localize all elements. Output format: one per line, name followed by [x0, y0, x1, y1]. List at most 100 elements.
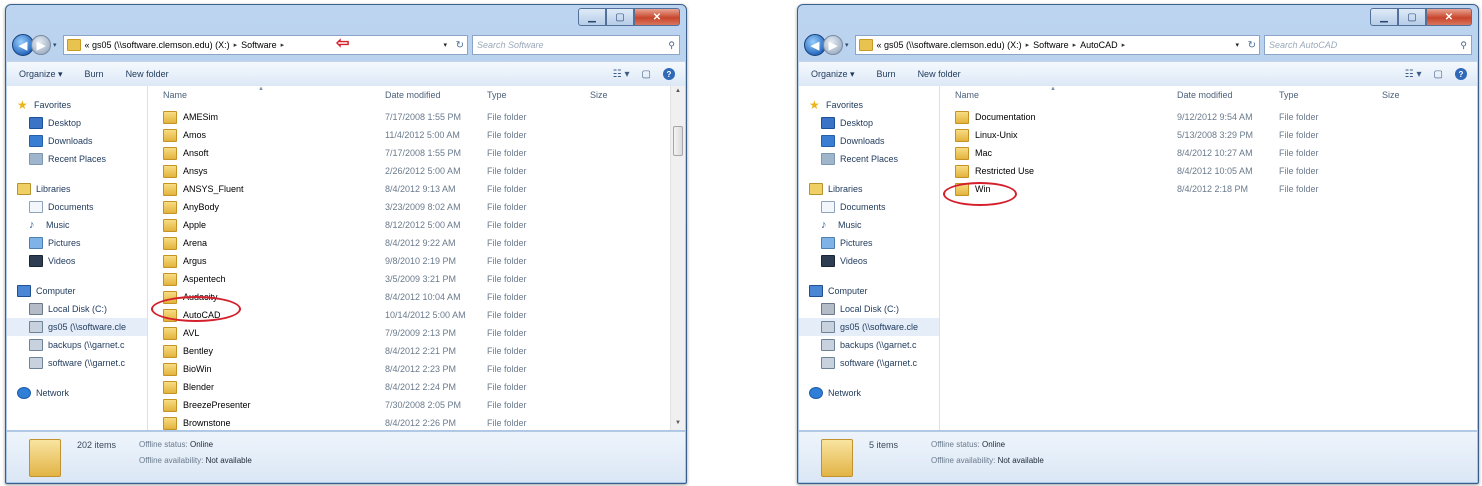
file-row[interactable]: Argus 9/8/2010 2:19 PM File folder	[148, 252, 685, 270]
breadcrumb-separator[interactable]: ▸	[1026, 41, 1030, 49]
column-type[interactable]: Type	[487, 90, 507, 100]
file-name[interactable]: Mac	[955, 146, 992, 160]
file-row[interactable]: Mac 8/4/2012 10:27 AM File folder	[940, 144, 1477, 162]
help-icon[interactable]: ?	[663, 68, 675, 80]
file-row[interactable]: Ansoft 7/17/2008 1:55 PM File folder	[148, 144, 685, 162]
file-row[interactable]: Apple 8/12/2012 5:00 AM File folder	[148, 216, 685, 234]
nav-music[interactable]: ♪ Music	[7, 216, 147, 234]
nav-libraries[interactable]: Libraries	[799, 180, 939, 198]
breadcrumb-separator[interactable]: ▸	[1122, 41, 1126, 49]
minimize-button[interactable]: ▁	[578, 8, 606, 26]
change-view-icon[interactable]: ☷ ▾	[613, 69, 630, 80]
file-row[interactable]: BreezePresenter 7/30/2008 2:05 PM File fol…	[148, 396, 685, 414]
file-row[interactable]: Documentation 9/12/2012 9:54 AM File folde…	[940, 108, 1477, 126]
breadcrumb-separator[interactable]: ▸	[234, 41, 238, 49]
file-name[interactable]: Documentation	[955, 110, 1036, 124]
refresh-icon[interactable]: ↻	[1248, 40, 1256, 51]
file-row[interactable]: Bentley 8/4/2012 2:21 PM File folder	[148, 342, 685, 360]
file-name[interactable]: ANSYS_Fluent	[163, 182, 244, 196]
nav-downloads[interactable]: Downloads	[7, 132, 147, 150]
burn-button[interactable]: Burn	[85, 69, 104, 79]
file-name[interactable]: Bentley	[163, 344, 213, 358]
search-icon[interactable]: ⚲	[668, 40, 675, 51]
nav-gs05-drive[interactable]: gs05 (\\software.cle	[7, 318, 147, 336]
file-name[interactable]: Restricted Use	[955, 164, 1034, 178]
file-row[interactable]: AnyBody 3/23/2009 8:02 AM File folder	[148, 198, 685, 216]
recent-pages-dropdown[interactable]: ▾	[53, 41, 57, 49]
scroll-up-icon[interactable]: ▲	[675, 88, 681, 94]
scroll-down-icon[interactable]: ▼	[675, 420, 681, 426]
column-date-modified[interactable]: Date modified	[1177, 90, 1233, 100]
organize-button[interactable]: Organize ▾	[19, 69, 63, 80]
forward-button[interactable]: ▶	[823, 35, 843, 55]
address-bar[interactable]: « gs05 (\\software.clemson.edu) (X:) ▸ S…	[854, 35, 1260, 55]
file-row[interactable]: Brownstone 8/4/2012 2:26 PM File folder	[148, 414, 685, 432]
forward-button[interactable]: ▶	[31, 35, 51, 55]
nav-network[interactable]: Network	[7, 384, 147, 402]
breadcrumb-software[interactable]: Software	[1033, 40, 1069, 50]
nav-downloads[interactable]: Downloads	[799, 132, 939, 150]
nav-favorites[interactable]: ★ Favorites	[7, 96, 147, 114]
refresh-icon[interactable]: ↻	[456, 40, 464, 51]
close-button[interactable]: ✕	[634, 8, 680, 26]
file-row[interactable]: AMESim 7/17/2008 1:55 PM File folder	[148, 108, 685, 126]
file-row[interactable]: Win 8/4/2012 2:18 PM File folder	[940, 180, 1477, 198]
breadcrumb-separator[interactable]: ▸	[281, 41, 285, 49]
nav-computer[interactable]: Computer	[799, 282, 939, 300]
nav-videos[interactable]: Videos	[799, 252, 939, 270]
nav-libraries[interactable]: Libraries	[7, 180, 147, 198]
nav-documents[interactable]: Documents	[7, 198, 147, 216]
column-type[interactable]: Type	[1279, 90, 1299, 100]
maximize-button[interactable]: ▢	[606, 8, 634, 26]
nav-pictures[interactable]: Pictures	[799, 234, 939, 252]
file-name[interactable]: Ansys	[163, 164, 208, 178]
file-name[interactable]: Linux-Unix	[955, 128, 1018, 142]
file-row[interactable]: Restricted Use 8/4/2012 10:05 AM File fold…	[940, 162, 1477, 180]
nav-computer[interactable]: Computer	[7, 282, 147, 300]
nav-desktop[interactable]: Desktop	[7, 114, 147, 132]
recent-pages-dropdown[interactable]: ▾	[845, 41, 849, 49]
nav-recent-places[interactable]: Recent Places	[7, 150, 147, 168]
file-name[interactable]: Amos	[163, 128, 206, 142]
nav-recent-places[interactable]: Recent Places	[799, 150, 939, 168]
nav-desktop[interactable]: Desktop	[799, 114, 939, 132]
file-name[interactable]: Apple	[163, 218, 206, 232]
nav-software-drive[interactable]: software (\\garnet.c	[7, 354, 147, 372]
new-folder-button[interactable]: New folder	[918, 69, 961, 79]
nav-backups-drive[interactable]: backups (\\garnet.c	[7, 336, 147, 354]
breadcrumb-drive[interactable]: « gs05 (\\software.clemson.edu) (X:)	[85, 40, 230, 50]
help-icon[interactable]: ?	[1455, 68, 1467, 80]
preview-pane-icon[interactable]: ▢	[1434, 69, 1443, 80]
nav-local-disk[interactable]: Local Disk (C:)	[7, 300, 147, 318]
nav-backups-drive[interactable]: backups (\\garnet.c	[799, 336, 939, 354]
file-row[interactable]: ANSYS_Fluent 8/4/2012 9:13 AM File folder	[148, 180, 685, 198]
breadcrumb-software[interactable]: Software	[241, 40, 277, 50]
column-name[interactable]: Name	[955, 90, 979, 100]
file-row[interactable]: Linux-Unix 5/13/2008 3:29 PM File folder	[940, 126, 1477, 144]
file-row[interactable]: BioWin 8/4/2012 2:23 PM File folder	[148, 360, 685, 378]
address-dropdown-icon[interactable]: ▾	[443, 41, 447, 49]
minimize-button[interactable]: ▁	[1370, 8, 1398, 26]
nav-network[interactable]: Network	[799, 384, 939, 402]
new-folder-button[interactable]: New folder	[126, 69, 169, 79]
file-row[interactable]: Ansys 2/26/2012 5:00 AM File folder	[148, 162, 685, 180]
nav-favorites[interactable]: ★ Favorites	[799, 96, 939, 114]
file-row[interactable]: Blender 8/4/2012 2:24 PM File folder	[148, 378, 685, 396]
search-input[interactable]: Search Software ⚲	[472, 35, 680, 55]
vertical-scrollbar[interactable]: ▲ ▼	[670, 86, 685, 430]
file-row[interactable]: AVL 7/9/2009 2:13 PM File folder	[148, 324, 685, 342]
burn-button[interactable]: Burn	[877, 69, 896, 79]
breadcrumb-drive[interactable]: « gs05 (\\software.clemson.edu) (X:)	[877, 40, 1022, 50]
file-name[interactable]: Ansoft	[163, 146, 209, 160]
breadcrumb-autocad[interactable]: AutoCAD	[1080, 40, 1118, 50]
organize-button[interactable]: Organize ▾	[811, 69, 855, 80]
search-icon[interactable]: ⚲	[1460, 40, 1467, 51]
address-bar[interactable]: « gs05 (\\software.clemson.edu) (X:) ▸ S…	[62, 35, 468, 55]
nav-documents[interactable]: Documents	[799, 198, 939, 216]
search-input[interactable]: Search AutoCAD ⚲	[1264, 35, 1472, 55]
nav-pictures[interactable]: Pictures	[7, 234, 147, 252]
column-size[interactable]: Size	[590, 90, 608, 100]
file-name[interactable]: Aspentech	[163, 272, 226, 286]
nav-software-drive[interactable]: software (\\garnet.c	[799, 354, 939, 372]
file-name[interactable]: BioWin	[163, 362, 212, 376]
